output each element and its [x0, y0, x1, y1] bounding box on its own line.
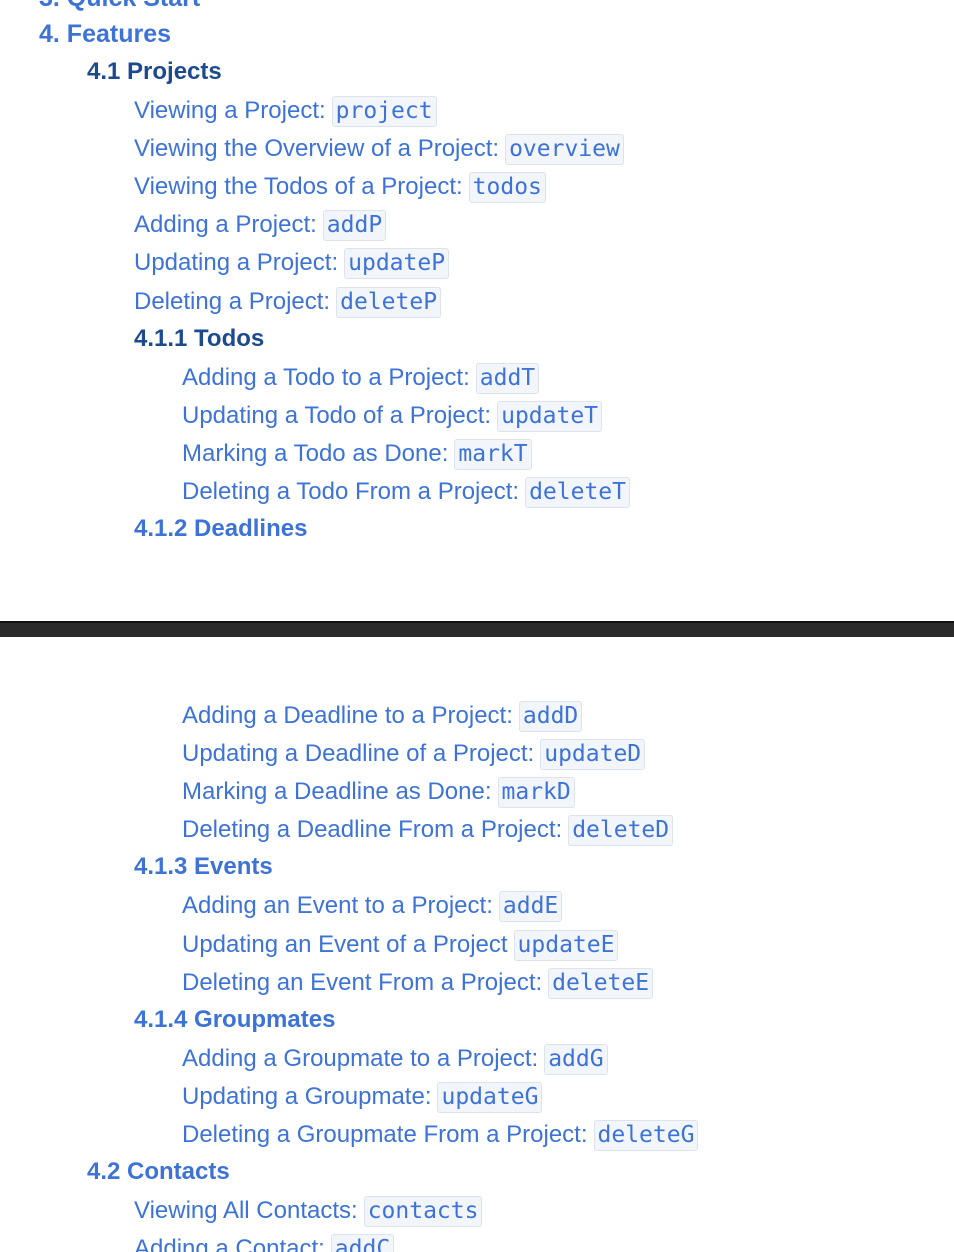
toc-item-label: Deleting a Deadline From a Project:: [182, 816, 563, 843]
toc-item-view-project[interactable]: Viewing a Project: project: [134, 96, 437, 127]
toc-item-update-project[interactable]: Updating a Project: updateP: [134, 248, 450, 279]
toc-item-label: Updating an Event of a Project: [182, 931, 508, 958]
toc-item-update-event[interactable]: Updating an Event of a Project updateE: [182, 930, 619, 961]
command-code: updateT: [497, 401, 603, 432]
toc-item-label: Adding a Deadline to a Project:: [182, 702, 513, 729]
section-divider: [0, 621, 954, 637]
toc-item-update-deadline[interactable]: Updating a Deadline of a Project: updateD: [182, 739, 646, 770]
command-code: deleteG: [593, 1120, 699, 1151]
toc-item-label: Updating a Todo of a Project:: [182, 402, 492, 429]
toc-todos-link[interactable]: 4.1.1 Todos: [134, 325, 264, 353]
command-code: addE: [498, 891, 563, 922]
toc-item-label: Viewing All Contacts:: [134, 1197, 358, 1224]
toc-item-mark-todo[interactable]: Marking a Todo as Done: markT: [182, 439, 532, 470]
command-code: deleteD: [568, 815, 674, 846]
toc-item-label: Updating a Groupmate:: [182, 1083, 432, 1110]
toc-item-label: Viewing a Project:: [134, 97, 326, 124]
toc-item-label: Adding a Contact:: [134, 1235, 325, 1252]
toc-item-add-contact[interactable]: Adding a Contact: addC: [134, 1234, 395, 1252]
toc-projects-link[interactable]: 4.1 Projects: [87, 58, 222, 86]
toc-item-label: Viewing the Overview of a Project:: [134, 135, 500, 162]
toc-item-label: Updating a Project:: [134, 249, 339, 276]
toc-item-label: Deleting an Event From a Project:: [182, 969, 543, 996]
command-code: updateD: [540, 739, 646, 770]
toc-item-add-todo[interactable]: Adding a Todo to a Project: addT: [182, 363, 540, 394]
toc-features-link[interactable]: 4. Features: [39, 20, 171, 48]
toc-item-delete-deadline[interactable]: Deleting a Deadline From a Project: delet…: [182, 815, 674, 846]
toc-item-add-deadline[interactable]: Adding a Deadline to a Project: addD: [182, 701, 583, 732]
toc-groupmates-link[interactable]: 4.1.4 Groupmates: [134, 1006, 335, 1034]
command-code: updateP: [344, 248, 450, 279]
command-code: markD: [497, 777, 575, 808]
toc-page: 3. Quick Start 4. Features 4.1 Projects …: [0, 0, 954, 1252]
toc-deadlines-link[interactable]: 4.1.2 Deadlines: [134, 515, 307, 543]
toc-item-update-todo[interactable]: Updating a Todo of a Project: updateT: [182, 401, 603, 432]
toc-item-add-event[interactable]: Adding an Event to a Project: addE: [182, 891, 563, 922]
toc-item-view-contacts[interactable]: Viewing All Contacts: contacts: [134, 1196, 483, 1227]
toc-item-view-overview[interactable]: Viewing the Overview of a Project: overvi…: [134, 134, 624, 165]
toc-item-add-groupmate[interactable]: Adding a Groupmate to a Project: addG: [182, 1044, 608, 1075]
command-code: addT: [475, 363, 540, 394]
command-code: addC: [330, 1234, 395, 1252]
toc-item-label: Marking a Todo as Done:: [182, 440, 449, 467]
toc-item-delete-todo[interactable]: Deleting a Todo From a Project: deleteT: [182, 477, 630, 508]
toc-item-label: Viewing the Todos of a Project:: [134, 173, 463, 200]
toc-item-add-project[interactable]: Adding a Project: addP: [134, 210, 387, 241]
command-code: addP: [322, 210, 387, 241]
command-code: addG: [544, 1044, 608, 1075]
toc-item-label: Marking a Deadline as Done:: [182, 778, 492, 805]
toc-item-mark-deadline[interactable]: Marking a Deadline as Done: markD: [182, 777, 575, 808]
toc-item-delete-event[interactable]: Deleting an Event From a Project: deleteE: [182, 968, 654, 999]
toc-item-label: Adding an Event to a Project:: [182, 892, 493, 919]
toc-item-label: Adding a Project:: [134, 211, 317, 238]
toc-item-label: Adding a Todo to a Project:: [182, 364, 470, 391]
command-code: deleteT: [525, 477, 630, 508]
toc-item-label: Adding a Groupmate to a Project:: [182, 1045, 539, 1072]
toc-events-link[interactable]: 4.1.3 Events: [134, 853, 273, 881]
command-code: markT: [454, 439, 532, 470]
toc-item-delete-project[interactable]: Deleting a Project: deleteP: [134, 287, 442, 318]
toc-item-label: Deleting a Project:: [134, 288, 331, 315]
command-code: contacts: [363, 1196, 483, 1227]
toc-quick-start-link[interactable]: 3. Quick Start: [39, 0, 200, 12]
toc-item-update-groupmate[interactable]: Updating a Groupmate: updateG: [182, 1082, 543, 1113]
toc-item-delete-groupmate[interactable]: Deleting a Groupmate From a Project: dele…: [182, 1120, 699, 1151]
command-code: overview: [505, 134, 624, 165]
command-code: addD: [518, 701, 583, 732]
toc-item-label: Deleting a Todo From a Project:: [182, 478, 520, 505]
toc-item-label: Deleting a Groupmate From a Project:: [182, 1121, 588, 1148]
toc-item-label: Updating a Deadline of a Project:: [182, 740, 535, 767]
command-code: updateE: [513, 930, 619, 961]
command-code: project: [331, 96, 437, 127]
command-code: deleteE: [548, 968, 654, 999]
toc-item-view-todos[interactable]: Viewing the Todos of a Project: todos: [134, 172, 546, 203]
command-code: deleteP: [336, 287, 442, 318]
toc-contacts-link[interactable]: 4.2 Contacts: [87, 1158, 230, 1186]
command-code: updateG: [437, 1082, 543, 1113]
command-code: todos: [468, 172, 546, 203]
